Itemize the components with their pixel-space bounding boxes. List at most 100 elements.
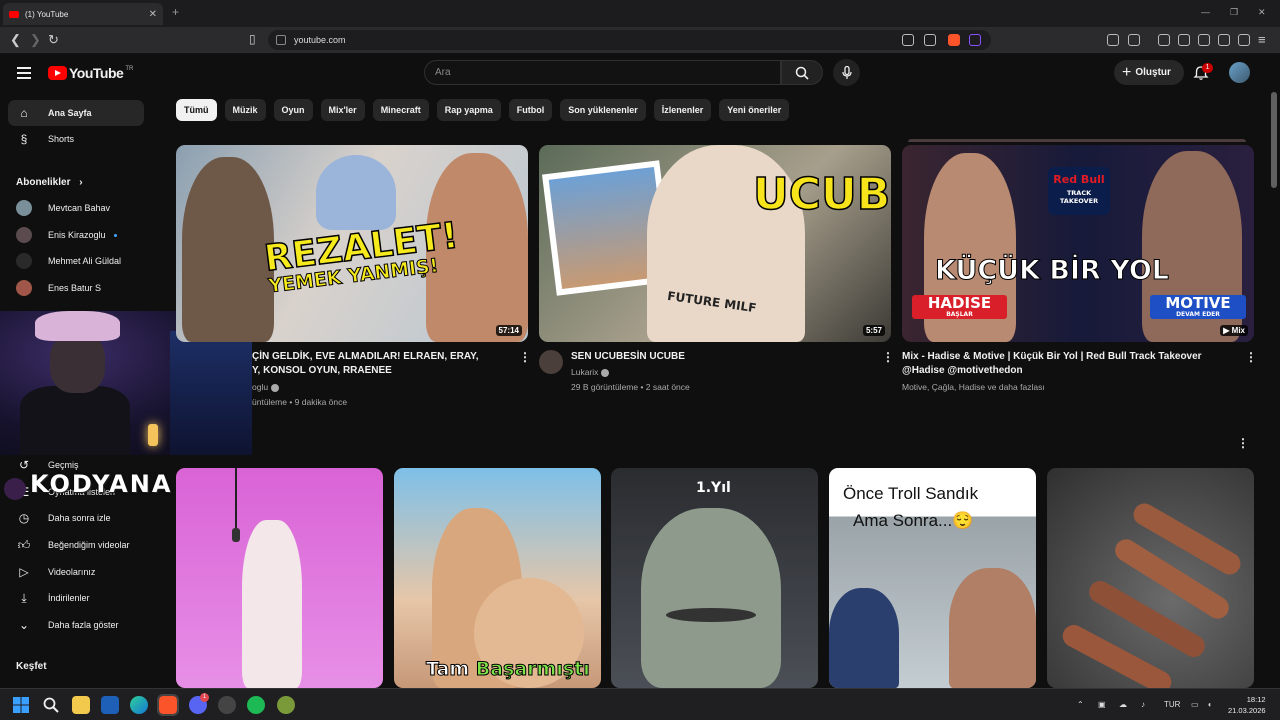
edge-icon[interactable]: [130, 696, 148, 714]
sidebar-item-your-videos[interactable]: ▷ Videolarınız: [8, 559, 144, 585]
downloads-icon[interactable]: [1158, 34, 1170, 46]
cast-icon[interactable]: [902, 34, 914, 46]
pink-cowboy-hat: [35, 311, 120, 341]
stream-brand-logo: KODYANA: [4, 470, 172, 500]
windows-start-icon[interactable]: [12, 696, 30, 714]
url-text: youtube.com: [294, 35, 346, 45]
guide-menu-icon[interactable]: [17, 67, 31, 79]
subscriptions-heading[interactable]: Abonelikler ›: [16, 177, 83, 188]
tab-title: (1) YouTube: [25, 9, 69, 19]
short-overlay-text: 1.Yıl: [696, 480, 731, 496]
short-thumbnail[interactable]: Önce Troll Sandık Ama Sonra...😌: [829, 468, 1036, 688]
tab-close-icon[interactable]: ✕: [149, 9, 157, 20]
tray-overflow-icon[interactable]: ⌃: [1077, 700, 1084, 709]
youtube-logo[interactable]: YouTube TR: [48, 65, 133, 81]
system-clock[interactable]: 18:12 21.03.2026: [1228, 694, 1266, 716]
youtube-favicon-icon: [9, 10, 19, 18]
sidebar-item-subscription[interactable]: Enis Kirazoglu: [8, 222, 144, 248]
create-button[interactable]: + Oluştur: [1114, 60, 1184, 85]
sidebar-item-subscription[interactable]: Mehmet Ali Güldal: [8, 248, 144, 274]
site-info-icon[interactable]: [276, 35, 286, 45]
channel-avatar[interactable]: [539, 350, 563, 374]
search-button[interactable]: [781, 60, 823, 85]
microsoft-store-icon[interactable]: [101, 696, 119, 714]
file-explorer-icon[interactable]: [72, 696, 90, 714]
video-duration: 57:14: [495, 325, 522, 336]
steam-icon[interactable]: [218, 696, 236, 714]
tray-app-icon[interactable]: ▣: [1098, 700, 1106, 709]
chip-football[interactable]: Futbol: [508, 99, 553, 121]
voice-search-button[interactable]: [833, 59, 860, 86]
chip-gaming[interactable]: Oyun: [273, 99, 313, 121]
video-thumbnail[interactable]: REZALET! YEMEK YANMIŞ! 57:14: [176, 145, 528, 342]
youtube-header: YouTube TR Ara + Oluştur 1: [0, 54, 1280, 92]
share-icon[interactable]: [924, 34, 936, 46]
video-title[interactable]: Mix - Hadise & Motive | Küçük Bir Yol | …: [902, 350, 1232, 378]
more-options-icon[interactable]: ⋮: [1245, 350, 1257, 364]
sidebar-item-home[interactable]: ⌂ Ana Sayfa: [8, 100, 144, 126]
more-options-icon[interactable]: ⋮: [519, 350, 531, 364]
account-avatar[interactable]: [1229, 62, 1250, 83]
wallet-icon[interactable]: [1198, 34, 1210, 46]
screenshot-icon[interactable]: [1128, 34, 1140, 46]
short-thumbnail[interactable]: Tam Başarmıştı: [394, 468, 601, 688]
leo-ai-icon[interactable]: [1218, 34, 1230, 46]
back-icon[interactable]: ❮: [10, 32, 21, 48]
forward-icon[interactable]: ❯: [30, 32, 41, 48]
video-thumbnail[interactable]: FUTURE MILF UCUBE 5:57: [539, 145, 891, 342]
sidebar-item-subscription[interactable]: Enes Batur S: [8, 275, 144, 301]
sidebar-item-show-more[interactable]: ⌄ Daha fazla göster: [8, 612, 144, 638]
search-input[interactable]: Ara: [424, 60, 781, 85]
desk-lamp: [148, 424, 158, 446]
brave-browser-icon[interactable]: [157, 694, 179, 716]
chip-music[interactable]: Müzik: [224, 99, 266, 121]
short-thumbnail[interactable]: [176, 468, 383, 688]
video-title[interactable]: ÇİN GELDİK, EVE ALMADILAR! ELRAEN, ERAY,…: [252, 350, 512, 378]
menu-icon[interactable]: ≡: [1258, 32, 1266, 47]
short-thumbnail[interactable]: 1.Yıl: [611, 468, 818, 688]
maximize-button[interactable]: ❐: [1230, 7, 1238, 18]
channel-name[interactable]: oglu: [252, 382, 280, 392]
app-icon[interactable]: [277, 696, 295, 714]
sidebar-item-subscription[interactable]: Mevtcan Bahav: [8, 195, 144, 221]
bookmark-icon[interactable]: ▯: [249, 32, 256, 46]
search-icon[interactable]: [42, 696, 60, 714]
sidebar-toggle-icon[interactable]: [1178, 34, 1190, 46]
address-bar[interactable]: youtube.com: [268, 30, 991, 50]
brave-shields-icon[interactable]: [948, 34, 960, 46]
sidebar-item-liked-videos[interactable]: 👍︎ Beğendiğim videolar: [8, 532, 144, 558]
chip-recently-uploaded[interactable]: Son yüklenenler: [560, 99, 646, 121]
chip-watched[interactable]: İzlenenler: [653, 99, 712, 121]
vpn-icon[interactable]: [1238, 34, 1250, 46]
close-window-button[interactable]: ✕: [1258, 7, 1266, 18]
mix-stack-edge: [908, 139, 1246, 142]
more-options-icon[interactable]: ⋮: [882, 350, 894, 364]
channel-name[interactable]: Lukarix: [571, 367, 610, 377]
volume-icon[interactable]: ◖: [1207, 700, 1212, 709]
chip-rap[interactable]: Rap yapma: [436, 99, 501, 121]
chip-new-to-you[interactable]: Yeni öneriler: [719, 99, 790, 121]
sidebar-item-watch-later[interactable]: ◷ Daha sonra izle: [8, 505, 144, 531]
chip-minecraft[interactable]: Minecraft: [372, 99, 429, 121]
language-indicator[interactable]: TUR: [1164, 700, 1180, 709]
chip-mixes[interactable]: Mix'ler: [320, 99, 365, 121]
spotify-icon[interactable]: [247, 696, 265, 714]
cloud-icon[interactable]: ☁: [1119, 700, 1127, 709]
sidebar-item-downloads[interactable]: ⤓ İndirilenler: [8, 585, 144, 611]
microphone-tray-icon[interactable]: ♪: [1141, 700, 1145, 709]
video-title[interactable]: SEN UCUBESİN UCUBE: [571, 350, 871, 364]
new-tab-button[interactable]: +: [172, 5, 179, 19]
video-thumbnail[interactable]: Red Bull TRACK TAKEOVER KÜÇÜK BİR YOL HA…: [902, 145, 1254, 342]
page-scrollbar[interactable]: [1271, 92, 1277, 188]
reload-icon[interactable]: ↻: [48, 32, 59, 48]
short-thumbnail[interactable]: [1047, 468, 1254, 688]
network-icon[interactable]: ▭: [1191, 700, 1199, 709]
sidebar-item-shorts[interactable]: § Shorts: [8, 126, 144, 152]
brave-rewards-icon[interactable]: [969, 34, 981, 46]
browser-tab[interactable]: (1) YouTube ✕: [3, 3, 163, 25]
chip-all[interactable]: Tümü: [176, 99, 217, 121]
extensions-icon[interactable]: [1107, 34, 1119, 46]
minimize-button[interactable]: —: [1201, 7, 1210, 17]
shorts-more-options-icon[interactable]: ⋮: [1237, 436, 1249, 450]
mix-channels: Motive, Çağla, Hadise ve daha fazlası: [902, 382, 1045, 392]
